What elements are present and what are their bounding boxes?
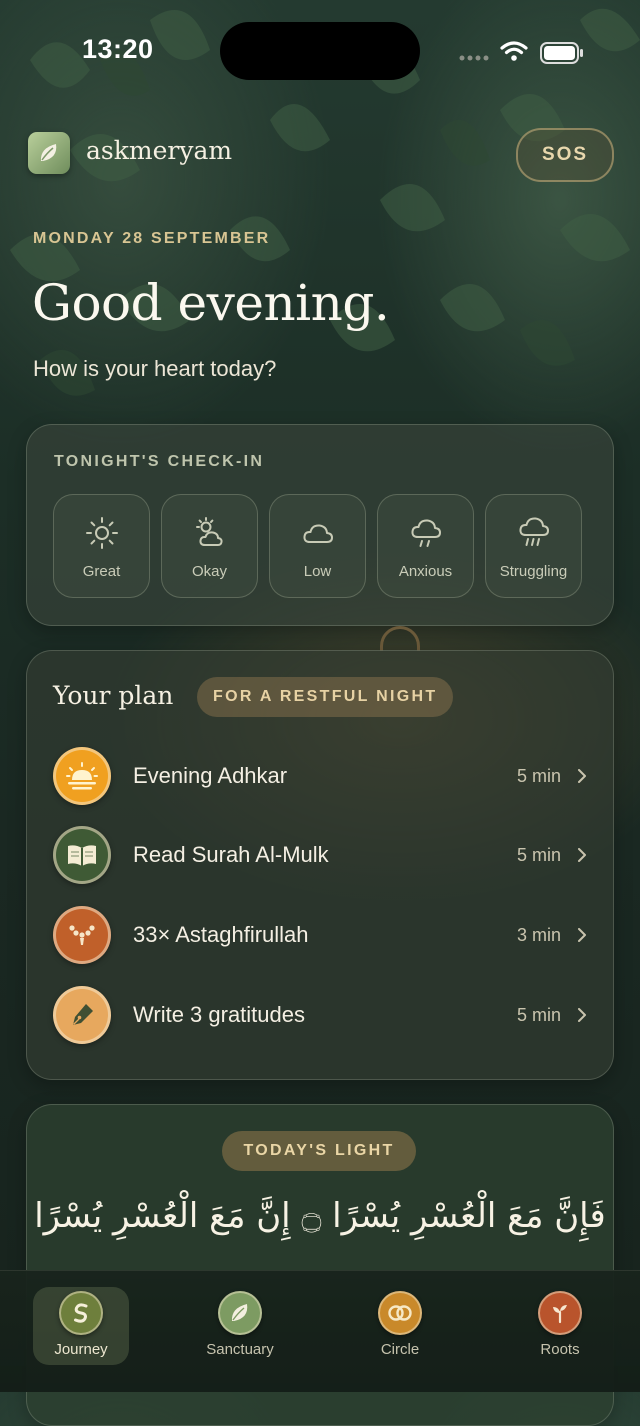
chevron-right-icon [578, 848, 586, 862]
heavy-rain-icon [518, 517, 549, 546]
current-date: MONDAY 28 SEPTEMBER [33, 230, 271, 247]
partly-cloudy-icon [195, 517, 223, 546]
mood-label: Okay [191, 563, 227, 580]
mood-okay-button[interactable]: Okay [161, 494, 258, 598]
plan-item-read-surah[interactable]: Read Surah Al-Mulk 5 min [53, 824, 589, 886]
plan-item-label: 33× Astaghfirullah [133, 922, 309, 947]
sun-icon [85, 517, 118, 549]
tab-label: Roots [540, 1341, 580, 1358]
plan-item-label: Write 3 gratitudes [133, 1002, 306, 1027]
app-header: askmeryam SOS [28, 128, 614, 182]
tab-roots[interactable]: Roots [512, 1287, 608, 1365]
plan-item-duration: 3 min [516, 924, 561, 945]
tab-journey[interactable]: Journey [33, 1287, 129, 1365]
wifi-icon [500, 41, 528, 61]
plan-card: Your plan FOR A RESTFUL NIGHT Evening Ad… [26, 650, 614, 1080]
sunset-icon [53, 747, 111, 805]
rings-icon [378, 1291, 422, 1335]
battery-icon [540, 42, 583, 64]
chevron-right-icon [578, 928, 586, 942]
greeting-subtitle: How is your heart today? [33, 356, 277, 381]
plan-item-gratitudes[interactable]: Write 3 gratitudes 5 min [53, 984, 589, 1046]
status-time: 13:20 [82, 34, 154, 64]
bottom-tab-bar: Journey Sanctuary Circle Roots [0, 1270, 640, 1392]
pen-nib-icon [53, 986, 111, 1044]
tab-sanctuary[interactable]: Sanctuary [192, 1287, 288, 1365]
status-bar: 13:20 [0, 0, 640, 104]
cloud-icon [302, 524, 333, 543]
mood-label: Anxious [398, 563, 453, 580]
mood-great-button[interactable]: Great [53, 494, 150, 598]
plan-item-label: Read Surah Al-Mulk [133, 842, 329, 867]
mood-options: Great Okay Low Anxious Struggling [53, 494, 582, 598]
tab-label: Sanctuary [206, 1341, 274, 1358]
mood-label: Struggling [499, 563, 568, 580]
todays-light-badge: TODAY'S LIGHT [222, 1131, 416, 1171]
dynamic-island [220, 22, 420, 80]
plan-item-duration: 5 min [516, 765, 561, 786]
mood-label: Great [82, 563, 121, 580]
checkin-card: TONIGHT'S CHECK-IN Great Okay Low Anxiou… [26, 424, 614, 626]
greeting-title: Good evening. [32, 274, 390, 332]
signal-icon [459, 55, 489, 61]
plan-item-duration: 5 min [516, 844, 561, 865]
checkin-title: TONIGHT'S CHECK-IN [54, 453, 265, 470]
verse-text: فَإِنَّ مَعَ الْعُسْرِ يُسْرًا ۝ إِنَّ م… [34, 1196, 606, 1236]
tab-label: Journey [54, 1341, 108, 1358]
mood-struggling-button[interactable]: Struggling [485, 494, 582, 598]
plan-badge: FOR A RESTFUL NIGHT [197, 677, 454, 717]
prayer-beads-icon [53, 906, 111, 964]
journey-icon [59, 1291, 103, 1335]
tab-circle[interactable]: Circle [352, 1287, 448, 1365]
chevron-right-icon [578, 769, 586, 783]
plan-item-duration: 5 min [516, 1004, 561, 1025]
sprout-icon [538, 1291, 582, 1335]
mood-anxious-button[interactable]: Anxious [377, 494, 474, 598]
leaf-icon [218, 1291, 262, 1335]
app-logo-leaf-icon [28, 132, 70, 174]
sos-button[interactable]: SOS [516, 128, 614, 182]
plan-title: Your plan [53, 681, 174, 710]
chevron-right-icon [578, 1008, 586, 1022]
open-book-icon [53, 826, 111, 884]
light-rain-icon [410, 519, 441, 547]
plan-item-evening-adhkar[interactable]: Evening Adhkar 5 min [53, 745, 589, 807]
mood-label: Low [303, 563, 332, 580]
tab-label: Circle [380, 1341, 420, 1358]
plan-item-astaghfirullah[interactable]: 33× Astaghfirullah 3 min [53, 904, 589, 966]
mood-low-button[interactable]: Low [269, 494, 366, 598]
plan-item-label: Evening Adhkar [133, 763, 288, 788]
app-name: askmeryam [86, 136, 233, 165]
